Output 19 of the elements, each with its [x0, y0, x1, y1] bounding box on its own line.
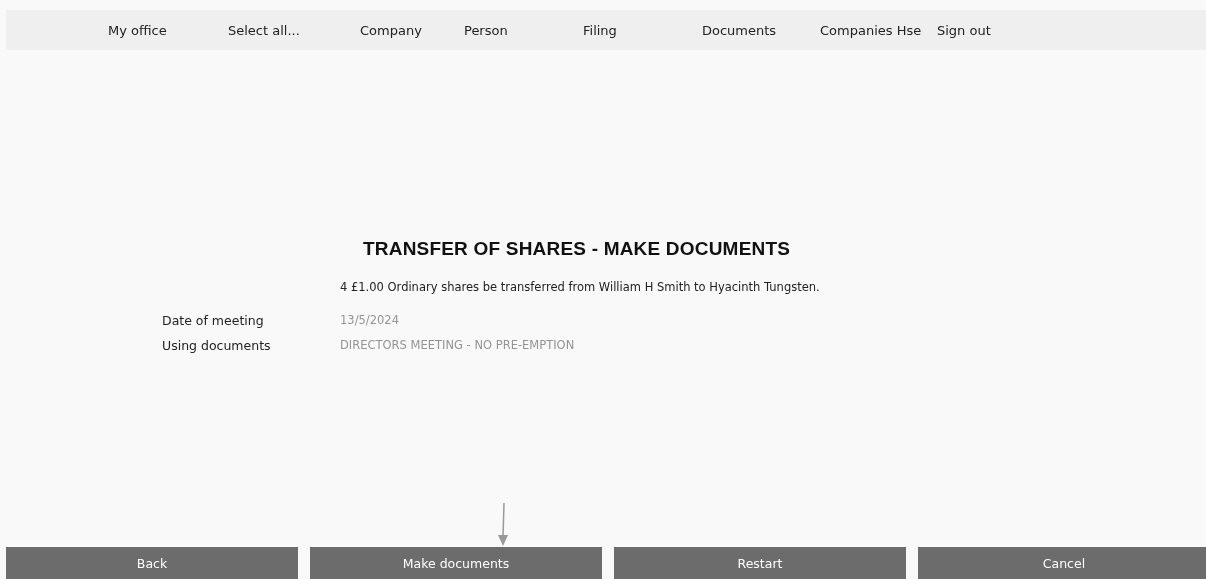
- page-title: TRANSFER OF SHARES - MAKE DOCUMENTS: [363, 238, 792, 260]
- nav-link[interactable]: Documents: [702, 22, 820, 38]
- field-value: 13/5/2024: [340, 313, 399, 328]
- nav-link[interactable]: My office: [108, 22, 228, 38]
- arrow-icon: [497, 503, 509, 547]
- field-value: DIRECTORS MEETING - NO PRE-EMPTION: [340, 338, 575, 353]
- nav-link[interactable]: Sign out: [937, 22, 1206, 38]
- nav-link[interactable]: Filing: [583, 22, 702, 38]
- action-button[interactable]: Back: [6, 547, 298, 579]
- nav-link[interactable]: Select all...: [228, 22, 360, 38]
- nav-link[interactable]: Person: [464, 22, 583, 38]
- action-button[interactable]: Restart: [614, 547, 906, 579]
- action-button[interactable]: Cancel: [918, 547, 1206, 579]
- summary-text: 4 £1.00 Ordinary shares be transferred from William H Smith to Hyacinth Tungsten.: [340, 280, 821, 294]
- nav-link[interactable]: Company: [360, 22, 464, 38]
- nav-link[interactable]: Companies Hse: [820, 22, 937, 38]
- field-label: Using documents: [161, 338, 272, 353]
- field-label: Date of meeting: [161, 313, 265, 328]
- action-button[interactable]: Make documents: [310, 547, 602, 579]
